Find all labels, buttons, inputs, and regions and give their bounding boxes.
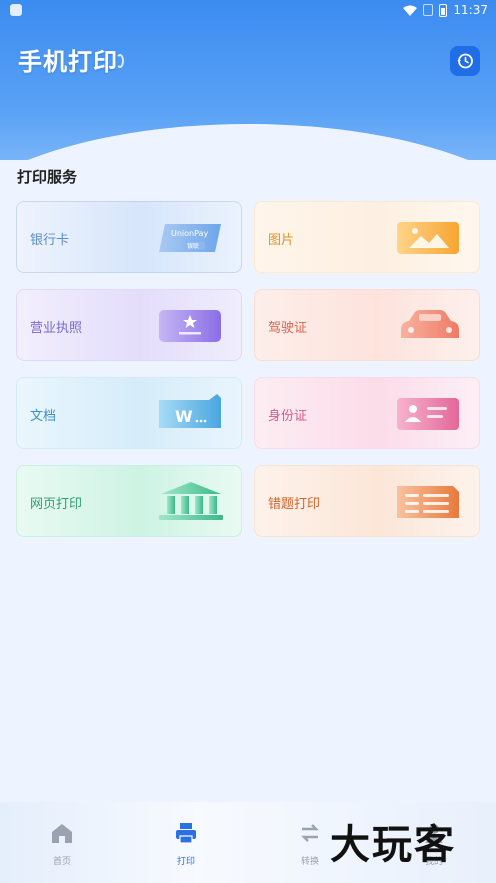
loading-icon xyxy=(116,54,124,68)
service-card-drivers-license[interactable]: 驾驶证 xyxy=(254,289,480,361)
history-button[interactable] xyxy=(450,46,480,76)
service-card-document[interactable]: 文档 W xyxy=(16,377,242,449)
wifi-icon xyxy=(403,5,418,16)
service-label: 银行卡 xyxy=(30,233,70,248)
shield-icon xyxy=(10,4,22,16)
unionpay-text: UnionPay xyxy=(171,229,208,238)
license-icon xyxy=(159,306,223,346)
service-label: 营业执照 xyxy=(30,321,83,336)
id-card-icon xyxy=(397,394,461,434)
service-card-id-card[interactable]: 身份证 xyxy=(254,377,480,449)
home-icon xyxy=(52,824,72,843)
convert-icon xyxy=(301,824,319,842)
service-card-wrong-question[interactable]: 错题打印 xyxy=(254,465,480,537)
image-icon xyxy=(397,218,461,258)
service-label: 驾驶证 xyxy=(268,321,308,336)
page-title: 手机打印 xyxy=(18,48,118,76)
status-bar: 11:37 xyxy=(0,0,496,22)
service-card-webpage[interactable]: 网页打印 xyxy=(16,465,242,537)
sim-icon xyxy=(423,4,434,16)
bank-card-icon: UnionPay 银联 xyxy=(159,218,223,258)
wrong-question-icon xyxy=(397,482,461,522)
nav-item-print[interactable]: 打印 xyxy=(156,822,216,867)
watermark: 大玩客 xyxy=(330,822,456,868)
nav-label: 首页 xyxy=(52,857,71,867)
battery-icon xyxy=(439,3,448,17)
status-time: 11:37 xyxy=(453,3,488,17)
section-title: 打印服务 xyxy=(17,168,78,186)
webpage-icon xyxy=(159,482,223,522)
car-icon xyxy=(397,306,461,346)
service-label: 身份证 xyxy=(268,409,308,424)
service-card-bank[interactable]: 银行卡 UnionPay 银联 xyxy=(16,201,242,273)
service-card-image[interactable]: 图片 xyxy=(254,201,480,273)
service-label: 图片 xyxy=(268,233,295,248)
printer-icon xyxy=(176,823,196,844)
nav-item-home[interactable]: 首页 xyxy=(32,822,92,867)
service-card-business-license[interactable]: 营业执照 xyxy=(16,289,242,361)
service-label: 网页打印 xyxy=(30,497,83,512)
service-label: 错题打印 xyxy=(268,497,321,512)
unionpay-sub: 银联 xyxy=(187,242,199,250)
document-icon: W xyxy=(159,394,223,434)
header: 11:37 手机打印 xyxy=(0,0,496,160)
service-label: 文档 xyxy=(30,409,57,424)
nav-label: 打印 xyxy=(176,857,195,867)
word-text: W xyxy=(175,407,193,426)
history-icon xyxy=(457,53,473,69)
